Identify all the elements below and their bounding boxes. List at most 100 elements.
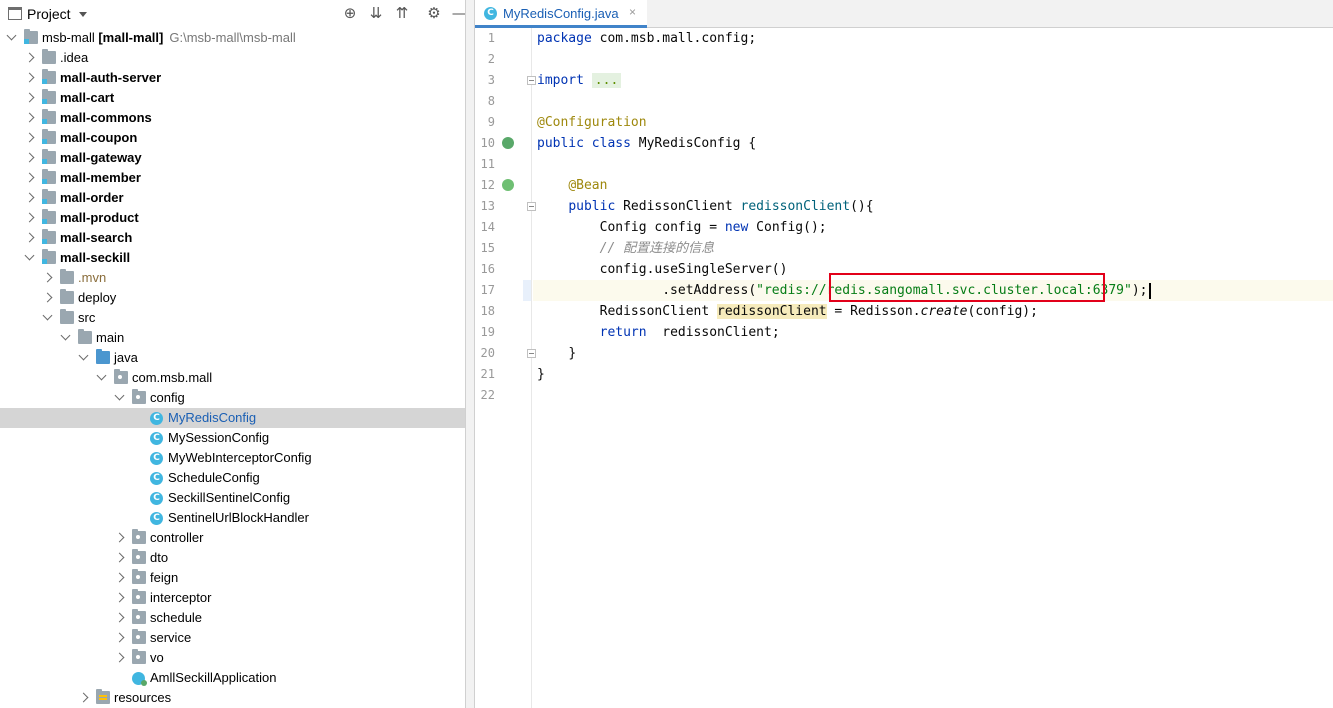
tree-item-schedule[interactable]: schedule bbox=[0, 608, 475, 628]
line-number[interactable]: 3 bbox=[475, 70, 495, 91]
chevron-right-icon[interactable] bbox=[114, 532, 124, 544]
tree-item-mall-product[interactable]: mall-product bbox=[0, 208, 475, 228]
chevron-right-icon[interactable] bbox=[24, 132, 34, 144]
tree-item-mall-search[interactable]: mall-search bbox=[0, 228, 475, 248]
tree-item-feign[interactable]: feign bbox=[0, 568, 475, 588]
tree-item-service[interactable]: service bbox=[0, 628, 475, 648]
code-line-12[interactable]: @Bean bbox=[533, 175, 1333, 196]
code-line-16[interactable]: config.useSingleServer() bbox=[533, 259, 1333, 280]
code-line-18[interactable]: RedissonClient redissonClient = Redisson… bbox=[533, 301, 1333, 322]
line-number[interactable]: 20 bbox=[475, 343, 495, 364]
tree-item-interceptor[interactable]: interceptor bbox=[0, 588, 475, 608]
locate-file-icon[interactable]: ⊕ bbox=[341, 5, 359, 23]
tree-item-mall-order[interactable]: mall-order bbox=[0, 188, 475, 208]
spring-bean-gutter-icon[interactable] bbox=[502, 179, 514, 191]
tree-item-mall-seckill[interactable]: mall-seckill bbox=[0, 248, 475, 268]
tree-item-mall-auth-server[interactable]: mall-auth-server bbox=[0, 68, 475, 88]
line-number[interactable]: 14 bbox=[475, 217, 495, 238]
line-number[interactable]: 15 bbox=[475, 238, 495, 259]
chevron-down-icon[interactable] bbox=[96, 372, 106, 384]
code-line-21[interactable]: } bbox=[533, 364, 1333, 385]
chevron-right-icon[interactable] bbox=[114, 552, 124, 564]
code-line-17[interactable]: .setAddress("redis://redis.sangomall.svc… bbox=[533, 280, 1333, 301]
chevron-down-icon[interactable] bbox=[60, 332, 70, 344]
tree-item-idea[interactable]: .idea bbox=[0, 48, 475, 68]
chevron-down-icon[interactable] bbox=[114, 392, 124, 404]
code-line-14[interactable]: Config config = new Config(); bbox=[533, 217, 1333, 238]
tree-item-dto[interactable]: dto bbox=[0, 548, 475, 568]
line-number[interactable]: 1 bbox=[475, 28, 495, 49]
chevron-right-icon[interactable] bbox=[24, 92, 34, 104]
chevron-right-icon[interactable] bbox=[24, 52, 34, 64]
gear-icon[interactable]: ⚙ bbox=[425, 5, 443, 23]
tree-item-vo[interactable]: vo bbox=[0, 648, 475, 668]
tree-item-resources[interactable]: resources bbox=[0, 688, 475, 708]
tree-item-mysessionconfig[interactable]: C MySessionConfig bbox=[0, 428, 475, 448]
line-number[interactable]: 2 bbox=[475, 49, 495, 70]
folded-imports[interactable]: ... bbox=[591, 73, 622, 88]
tree-item-mywebinterceptorconfig[interactable]: C MyWebInterceptorConfig bbox=[0, 448, 475, 468]
chevron-right-icon[interactable] bbox=[42, 272, 52, 284]
chevron-right-icon[interactable] bbox=[114, 592, 124, 604]
tree-item-mall-cart[interactable]: mall-cart bbox=[0, 88, 475, 108]
line-number[interactable]: 19 bbox=[475, 322, 495, 343]
chevron-down-icon[interactable] bbox=[24, 252, 34, 264]
tree-item-mvn[interactable]: .mvn bbox=[0, 268, 475, 288]
tree-item-controller[interactable]: controller bbox=[0, 528, 475, 548]
tree-item-config[interactable]: config bbox=[0, 388, 475, 408]
spring-config-gutter-icon[interactable] bbox=[502, 137, 514, 149]
tree-item-main[interactable]: main bbox=[0, 328, 475, 348]
code-line-19[interactable]: return redissonClient; bbox=[533, 322, 1333, 343]
tree-item-scheduleconfig[interactable]: C ScheduleConfig bbox=[0, 468, 475, 488]
code-line-20[interactable]: } bbox=[533, 343, 1333, 364]
tree-item-mall-coupon[interactable]: mall-coupon bbox=[0, 128, 475, 148]
chevron-right-icon[interactable] bbox=[114, 612, 124, 624]
chevron-right-icon[interactable] bbox=[24, 172, 34, 184]
chevron-right-icon[interactable] bbox=[114, 632, 124, 644]
code-line-13[interactable]: public RedissonClient redissonClient(){ bbox=[533, 196, 1333, 217]
tree-item-java[interactable]: java bbox=[0, 348, 475, 368]
tree-item-msb-mall[interactable]: msb-mall [mall-mall] G:\msb-mall\msb-mall bbox=[0, 28, 475, 48]
chevron-right-icon[interactable] bbox=[24, 72, 34, 84]
chevron-right-icon[interactable] bbox=[114, 572, 124, 584]
code-line-10[interactable]: public class MyRedisConfig { bbox=[533, 133, 1333, 154]
close-tab-icon[interactable]: × bbox=[629, 5, 636, 19]
chevron-down-icon[interactable] bbox=[6, 32, 16, 44]
view-selector-dropdown-icon[interactable] bbox=[79, 12, 87, 17]
line-number[interactable]: 22 bbox=[475, 385, 495, 406]
tree-item-mall-member[interactable]: mall-member bbox=[0, 168, 475, 188]
line-number[interactable]: 13 bbox=[475, 196, 495, 217]
chevron-right-icon[interactable] bbox=[24, 192, 34, 204]
tree-item-seckillsentinelconfig[interactable]: C SeckillSentinelConfig bbox=[0, 488, 475, 508]
chevron-down-icon[interactable] bbox=[78, 352, 88, 364]
panel-splitter[interactable] bbox=[465, 0, 475, 708]
tree-item-com-msb-mall[interactable]: com.msb.mall bbox=[0, 368, 475, 388]
chevron-right-icon[interactable] bbox=[78, 692, 88, 704]
tree-item-mall-commons[interactable]: mall-commons bbox=[0, 108, 475, 128]
code-area[interactable]: package com.msb.mall.config; import ... … bbox=[533, 28, 1333, 708]
project-panel-title[interactable]: Project bbox=[27, 6, 71, 22]
tree-item-mall-gateway[interactable]: mall-gateway bbox=[0, 148, 475, 168]
chevron-right-icon[interactable] bbox=[24, 152, 34, 164]
code-line-3[interactable]: import ... bbox=[533, 70, 1333, 91]
line-number[interactable]: 12 bbox=[475, 175, 495, 196]
code-line-9[interactable]: @Configuration bbox=[533, 112, 1333, 133]
line-number[interactable]: 10 bbox=[475, 133, 495, 154]
tree-item-myredisconfig[interactable]: C MyRedisConfig bbox=[0, 408, 475, 428]
chevron-right-icon[interactable] bbox=[24, 212, 34, 224]
line-number[interactable]: 11 bbox=[475, 154, 495, 175]
chevron-down-icon[interactable] bbox=[42, 312, 52, 324]
collapse-all-icon[interactable]: ⇈ bbox=[393, 5, 411, 23]
tree-item-amllseckillapplication[interactable]: AmllSeckillApplication bbox=[0, 668, 475, 688]
code-line-15[interactable]: // 配置连接的信息 bbox=[533, 238, 1333, 259]
tree-item-sentinelurlblockhandler[interactable]: C SentinelUrlBlockHandler bbox=[0, 508, 475, 528]
chevron-right-icon[interactable] bbox=[24, 112, 34, 124]
line-number[interactable]: 9 bbox=[475, 112, 495, 133]
line-number[interactable]: 8 bbox=[475, 91, 495, 112]
tree-item-src[interactable]: src bbox=[0, 308, 475, 328]
line-number[interactable]: 21 bbox=[475, 364, 495, 385]
line-number[interactable]: 17 bbox=[475, 280, 495, 301]
tab-myredisconfig[interactable]: C MyRedisConfig.java × bbox=[475, 0, 647, 28]
code-line-1[interactable]: package com.msb.mall.config; bbox=[533, 28, 1333, 49]
expand-all-icon[interactable]: ⇊ bbox=[367, 5, 385, 23]
